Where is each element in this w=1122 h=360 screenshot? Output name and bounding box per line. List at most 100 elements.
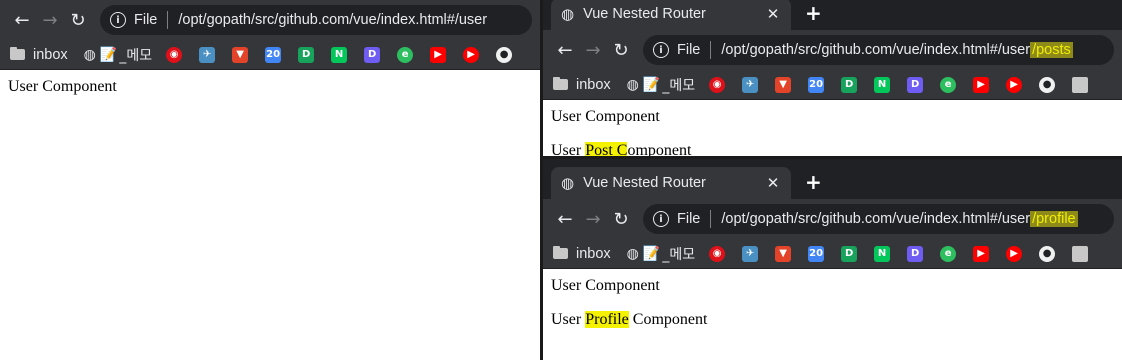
address-bar[interactable]: i File /opt/gopath/src/github.com/vue/in… [643,204,1114,234]
bird-icon[interactable]: ✈ [742,245,759,262]
memo-icon: 📝 [642,245,661,262]
url-text[interactable]: /opt/gopath/src/github.com/vue/index.htm… [178,12,487,28]
globe-icon: ◍ [626,76,639,93]
bird-icon[interactable]: ✈ [742,76,759,93]
text-prefix: User [551,311,586,328]
bookmark-memo[interactable]: ◍ 📝 _메모 [627,75,695,95]
d-letter-icon[interactable]: D [907,245,924,262]
gitlab-icon[interactable]: ▼ [232,46,249,63]
back-button[interactable]: ← [8,10,36,31]
bookmark-memo-label: _메모 [662,77,696,94]
user-profile-component-text: User Profile Component [551,311,1114,329]
gitlab-icon[interactable]: ▼ [775,76,792,93]
forward-button[interactable]: → [36,10,64,31]
youtube-icon[interactable]: ▶ [973,245,990,262]
bookmark-memo-label: _메모 [119,47,153,64]
url-base: /opt/gopath/src/github.com/vue/index.htm… [721,42,1031,58]
naver-n-icon[interactable]: N [331,46,348,63]
url-base: /opt/gopath/src/github.com/vue/index.htm… [721,211,1031,227]
red-circle-icon[interactable]: ◉ [166,46,183,63]
folder-icon[interactable] [1072,76,1089,93]
globe-icon: ◍ [83,46,96,63]
naver-n-icon[interactable]: N [874,245,891,262]
d-letter-icon[interactable]: D [364,46,381,63]
text-suffix: Component [628,311,708,328]
omnibox-separator [710,210,712,228]
youtube-music-icon[interactable]: ▶ [1006,245,1023,262]
text-prefix: User [551,142,586,156]
browser-window-bottom-right: ◍ Vue Nested Router ✕ + ← → ↻ i File /op… [540,156,1122,360]
memo-icon: 📝 [99,46,118,63]
github-icon[interactable]: ● [1039,245,1056,262]
page-content: User Component [0,70,540,120]
globe-icon: ◍ [561,5,575,23]
back-button[interactable]: ← [551,40,579,61]
green-d-icon[interactable]: D [841,76,858,93]
memo-icon: 📝 [642,76,661,93]
file-label: File [677,211,701,227]
tab-title: Vue Nested Router [583,175,706,191]
evernote-icon[interactable]: e [940,76,957,93]
close-tab-icon[interactable]: ✕ [765,174,781,192]
url-text[interactable]: /opt/gopath/src/github.com/vue/index.htm… [721,42,1073,58]
reload-button[interactable]: ↻ [607,40,635,61]
user-component-text: User Component [8,78,117,95]
bookmark-folder-inbox[interactable]: inbox [553,246,611,262]
red-circle-icon[interactable]: ◉ [709,245,726,262]
bookmark-memo[interactable]: ◍ 📝 _메모 [84,45,152,65]
bookmark-folder-inbox[interactable]: inbox [10,47,68,63]
bookmark-memo-label: _메모 [662,246,696,263]
red-circle-icon[interactable]: ◉ [709,76,726,93]
naver-n-icon[interactable]: N [874,76,891,93]
folder-icon[interactable] [1072,245,1089,262]
toolbar: ← → ↻ i File /opt/gopath/src/github.com/… [543,199,1122,239]
forward-button[interactable]: → [579,209,607,230]
info-icon[interactable]: i [653,42,669,58]
forward-button[interactable]: → [579,40,607,61]
tab-title: Vue Nested Router [583,6,706,22]
close-tab-icon[interactable]: ✕ [765,5,781,23]
youtube-music-icon[interactable]: ▶ [1006,76,1023,93]
url-highlight: /posts [1030,42,1073,58]
browser-window-left: ← → ↻ i File /opt/gopath/src/github.com/… [0,0,540,360]
calendar-20-icon[interactable]: 20 [808,76,825,93]
address-bar[interactable]: i File /opt/gopath/src/github.com/vue/in… [100,5,532,35]
info-icon[interactable]: i [653,211,669,227]
url-text[interactable]: /opt/gopath/src/github.com/vue/index.htm… [721,211,1078,227]
new-tab-button[interactable]: + [805,1,822,25]
github-icon[interactable]: ● [1039,76,1056,93]
info-icon[interactable]: i [110,12,126,28]
calendar-20-icon[interactable]: 20 [808,245,825,262]
bookmark-folder-inbox[interactable]: inbox [553,77,611,93]
url-highlight: /profile [1030,211,1078,227]
evernote-icon[interactable]: e [940,245,957,262]
folder-icon [553,77,568,90]
github-icon[interactable]: ● [496,46,513,63]
back-button[interactable]: ← [551,209,579,230]
bookmark-memo[interactable]: ◍ 📝 _메모 [627,244,695,264]
new-tab-button[interactable]: + [805,170,822,194]
bookmark-folder-label: inbox [576,245,611,262]
toolbar: ← → ↻ i File /opt/gopath/src/github.com/… [0,0,540,40]
user-component-text: User Component [551,108,660,125]
user-post-component-text: User Post Component [551,142,1114,156]
youtube-icon[interactable]: ▶ [430,46,447,63]
toolbar: ← → ↻ i File /opt/gopath/src/github.com/… [543,30,1122,70]
gitlab-icon[interactable]: ▼ [775,245,792,262]
reload-button[interactable]: ↻ [607,209,635,230]
omnibox-separator [167,11,169,29]
tab-strip: ◍ Vue Nested Router ✕ + [543,159,1122,199]
youtube-icon[interactable]: ▶ [973,76,990,93]
evernote-icon[interactable]: e [397,46,414,63]
tab-vue-nested-router[interactable]: ◍ Vue Nested Router ✕ [551,167,791,199]
tab-vue-nested-router[interactable]: ◍ Vue Nested Router ✕ [551,0,791,30]
address-bar[interactable]: i File /opt/gopath/src/github.com/vue/in… [643,35,1114,65]
green-d-icon[interactable]: D [298,46,315,63]
bird-icon[interactable]: ✈ [199,46,216,63]
bookmarks-bar: inbox ◍ 📝 _메모 ◉ ✈ ▼ 20 D N D e ▶ ▶ ● [0,40,540,70]
calendar-20-icon[interactable]: 20 [265,46,282,63]
green-d-icon[interactable]: D [841,245,858,262]
reload-button[interactable]: ↻ [64,10,92,31]
d-letter-icon[interactable]: D [907,76,924,93]
youtube-music-icon[interactable]: ▶ [463,46,480,63]
